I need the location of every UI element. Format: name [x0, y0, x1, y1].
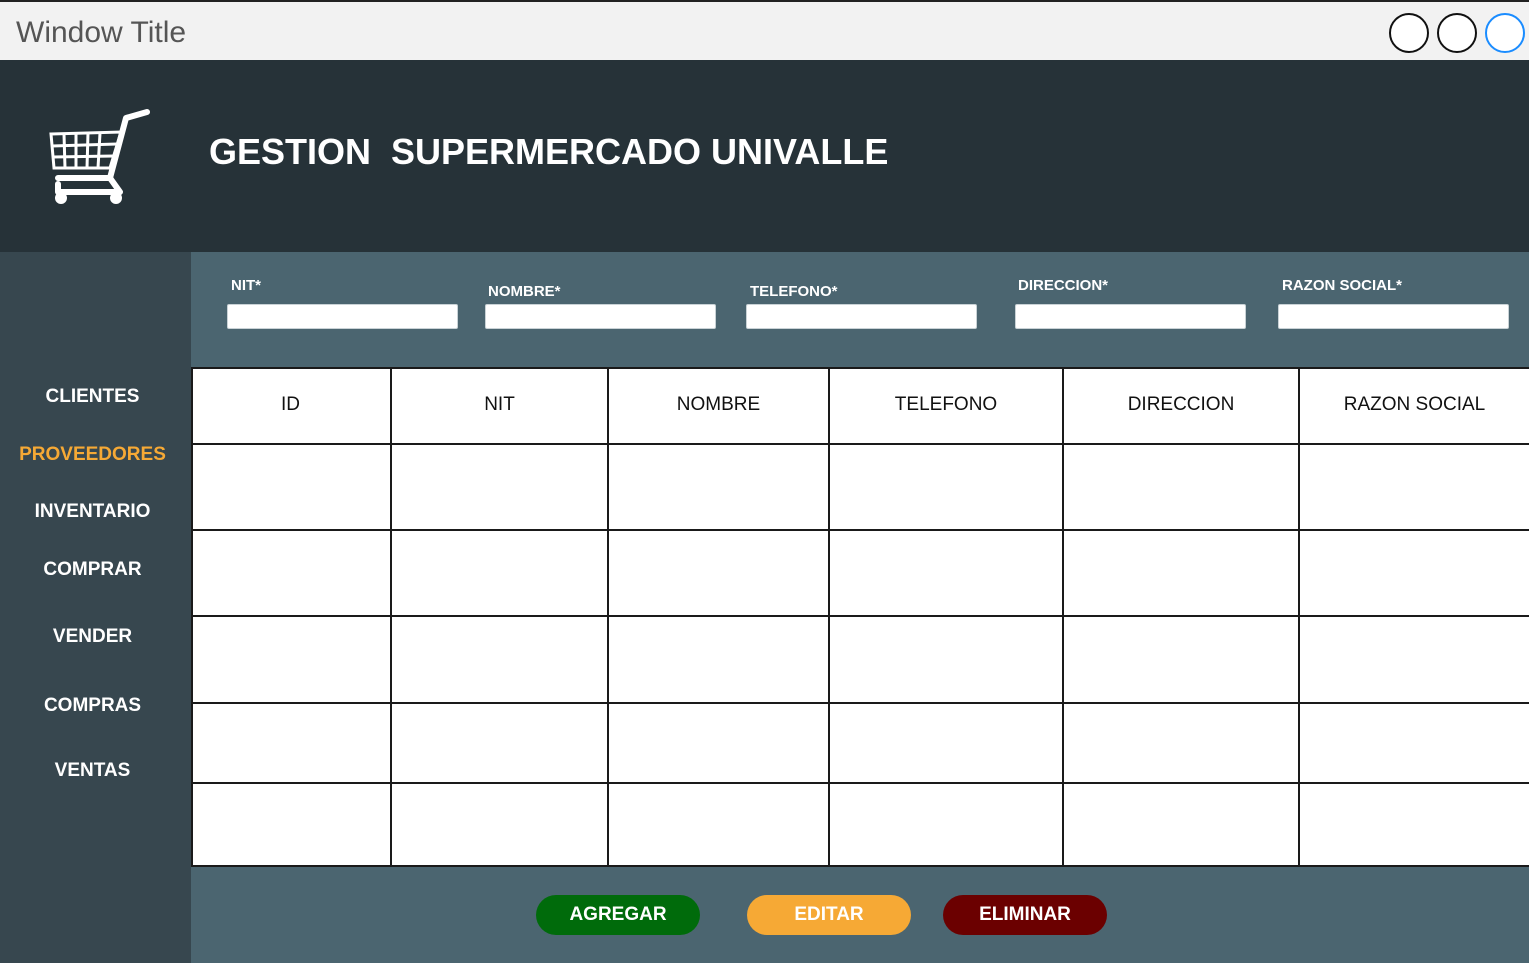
sidebar-item-comprar[interactable]: COMPRAR [0, 559, 185, 581]
table-row[interactable] [191, 617, 1529, 702]
app-header: GESTION SUPERMERCADO UNIVALLE [0, 60, 1529, 252]
razon-social-field[interactable] [1278, 304, 1509, 329]
column-header-razon-social[interactable]: RAZON SOCIAL [1300, 367, 1529, 443]
sidebar-item-vender[interactable]: VENDER [0, 626, 185, 648]
nit-field[interactable] [227, 304, 458, 329]
delete-button[interactable]: ELIMINAR [943, 895, 1107, 935]
providers-table: ID NIT NOMBRE TELEFONO DIRECCION RAZON S… [191, 367, 1529, 867]
nit-label: NIT* [231, 277, 261, 294]
nombre-label: NOMBRE* [488, 283, 561, 300]
table-row[interactable] [191, 704, 1529, 782]
sidebar-item-ventas[interactable]: VENTAS [0, 760, 185, 782]
window-minimize-button[interactable] [1389, 13, 1429, 53]
column-header-nit[interactable]: NIT [392, 367, 607, 443]
add-button[interactable]: AGREGAR [536, 895, 700, 935]
column-header-id[interactable]: ID [191, 367, 390, 443]
table-row[interactable] [191, 784, 1529, 865]
column-header-direccion[interactable]: DIRECCION [1064, 367, 1298, 443]
sidebar-item-proveedores[interactable]: PROVEEDORES [0, 444, 185, 466]
main-panel: NIT* NOMBRE* TELEFONO* DIRECCION* RAZON … [191, 252, 1529, 963]
edit-button[interactable]: EDITAR [747, 895, 911, 935]
column-header-nombre[interactable]: NOMBRE [609, 367, 828, 443]
column-header-telefono[interactable]: TELEFONO [830, 367, 1062, 443]
window-maximize-button[interactable] [1437, 13, 1477, 53]
direccion-label: DIRECCION* [1018, 277, 1109, 294]
window-title: Window Title [16, 16, 187, 49]
razon-social-label: RAZON SOCIAL* [1282, 277, 1402, 294]
app-title: GESTION SUPERMERCADO UNIVALLE [209, 131, 889, 172]
sidebar-item-clientes[interactable]: CLIENTES [0, 386, 185, 408]
window-titlebar: Window Title [0, 0, 1529, 60]
direccion-field[interactable] [1015, 304, 1246, 329]
telefono-label: TELEFONO* [750, 283, 838, 300]
telefono-field[interactable] [746, 304, 977, 329]
sidebar-item-compras[interactable]: COMPRAS [0, 695, 185, 717]
table-row[interactable] [191, 445, 1529, 529]
nombre-field[interactable] [485, 304, 716, 329]
sidebar-nav: CLIENTES PROVEEDORES INVENTARIO COMPRAR … [0, 252, 191, 963]
table-row[interactable] [191, 531, 1529, 615]
sidebar-item-inventario[interactable]: INVENTARIO [0, 501, 185, 523]
shopping-cart-icon [49, 109, 150, 204]
window-close-button[interactable] [1485, 13, 1525, 53]
